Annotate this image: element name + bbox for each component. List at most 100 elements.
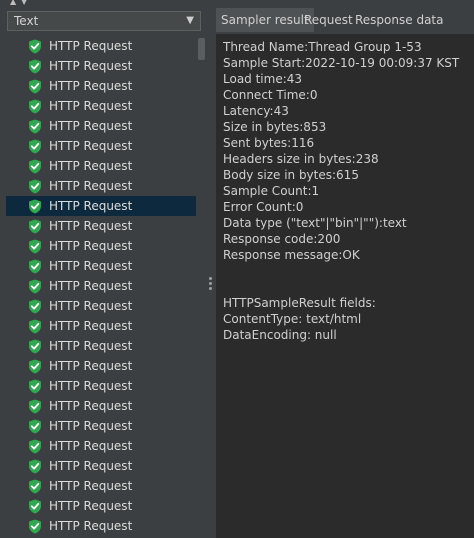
tree-item[interactable]: HTTP Request <box>6 296 196 316</box>
tree-item[interactable]: HTTP Request <box>6 436 196 456</box>
shield-check-icon <box>29 299 41 314</box>
pane-splitter[interactable] <box>206 8 215 538</box>
shield-check-icon <box>29 339 41 354</box>
collapse-arrows[interactable]: ▲ ▼ <box>10 0 34 8</box>
result-line: ContentType: text/html <box>223 312 362 326</box>
result-line: Data type ("text"|"bin"|""):text <box>223 216 407 230</box>
shield-check-icon <box>29 99 41 114</box>
tree-item[interactable]: HTTP Request <box>6 196 196 216</box>
tree-item[interactable]: HTTP Request <box>6 216 196 236</box>
shield-check-icon <box>29 159 41 174</box>
shield-check-icon <box>29 179 41 194</box>
result-line: Response code:200 <box>223 232 341 246</box>
shield-check-icon <box>29 459 41 474</box>
tree-item[interactable]: HTTP Request <box>6 456 196 476</box>
tree-item-label: HTTP Request <box>49 79 133 93</box>
tree-item[interactable]: HTTP Request <box>6 416 196 436</box>
tree-item-label: HTTP Request <box>49 379 133 393</box>
shield-check-icon <box>29 319 41 334</box>
tree-item[interactable]: HTTP Request <box>6 476 196 496</box>
result-line: Connect Time:0 <box>223 88 318 102</box>
tree-item-label: HTTP Request <box>49 299 133 313</box>
tree-item[interactable]: HTTP Request <box>6 176 196 196</box>
tree-item[interactable]: HTTP Request <box>6 136 196 156</box>
tree-item-label: HTTP Request <box>49 499 133 513</box>
sampler-result-text: Thread Name:Thread Group 1-53 Sample Star… <box>216 34 474 538</box>
shield-check-icon <box>29 259 41 274</box>
tree-item[interactable]: HTTP Request <box>6 316 196 336</box>
shield-check-icon <box>29 239 41 254</box>
tree-item-label: HTTP Request <box>49 119 133 133</box>
tree-item-label: HTTP Request <box>49 439 133 453</box>
tree-item-label: HTTP Request <box>49 199 133 213</box>
result-line: Sample Start:2022-10-19 00:09:37 KST <box>223 56 460 70</box>
tree-item[interactable]: HTTP Request <box>6 356 196 376</box>
tree-scrollbar[interactable] <box>196 36 206 538</box>
result-line: Latency:43 <box>223 104 289 118</box>
arrow-up-icon[interactable]: ▲ <box>10 0 16 6</box>
shield-check-icon <box>29 399 41 414</box>
result-line: Response message:OK <box>223 248 360 262</box>
grip-icon[interactable] <box>208 276 213 294</box>
tree-item[interactable]: HTTP Request <box>6 376 196 396</box>
tree-item-label: HTTP Request <box>49 419 133 433</box>
shield-check-icon <box>29 39 41 54</box>
result-line: Thread Name:Thread Group 1-53 <box>223 40 422 54</box>
tree-item[interactable]: HTTP Request <box>6 76 196 96</box>
tree-item[interactable]: HTTP Request <box>6 156 196 176</box>
result-line: DataEncoding: null <box>223 328 337 342</box>
result-line: Load time:43 <box>223 72 303 86</box>
shield-check-icon <box>29 439 41 454</box>
shield-check-icon <box>29 519 41 534</box>
tree-item-label: HTTP Request <box>49 279 133 293</box>
results-tree: HTTP Request HTTP Request HTTP Request HTTP… <box>6 36 196 538</box>
tree-item[interactable]: HTTP Request <box>6 336 196 356</box>
tree-item-label: HTTP Request <box>49 479 133 493</box>
result-line: Sample Count:1 <box>223 184 320 198</box>
tree-scrollbar-thumb[interactable] <box>198 38 205 60</box>
result-line: Headers size in bytes:238 <box>223 152 379 166</box>
tree-item[interactable]: HTTP Request <box>6 96 196 116</box>
tree-item-label: HTTP Request <box>49 339 133 353</box>
result-detail-pane: Sampler result Request Response data Threa… <box>215 8 474 538</box>
tree-item-label: HTTP Request <box>49 399 133 413</box>
shield-check-icon <box>29 379 41 394</box>
tree-item[interactable]: HTTP Request <box>6 236 196 256</box>
tree-item[interactable]: HTTP Request <box>6 496 196 516</box>
result-line: HTTPSampleResult fields: <box>223 296 376 310</box>
shield-check-icon <box>29 199 41 214</box>
tab-response-data[interactable]: Response data <box>350 8 448 32</box>
tree-item[interactable]: HTTP Request <box>6 56 196 76</box>
tree-item[interactable]: HTTP Request <box>6 36 196 56</box>
result-line: Sent bytes:116 <box>223 136 315 150</box>
tree-item-label: HTTP Request <box>49 39 133 53</box>
tree-item-label: HTTP Request <box>49 59 133 73</box>
tree-item-label: HTTP Request <box>49 139 133 153</box>
tree-item-label: HTTP Request <box>49 179 133 193</box>
renderer-select[interactable]: Text ▼ <box>7 11 201 31</box>
result-line: Error Count:0 <box>223 200 304 214</box>
chevron-down-icon[interactable]: ▼ <box>186 12 194 30</box>
results-tree-pane: Text ▼ HTTP Request HTTP Request HTTP Requ… <box>0 8 206 538</box>
shield-check-icon <box>29 59 41 74</box>
renderer-select-value: Text <box>14 14 39 28</box>
tree-item[interactable]: HTTP Request <box>6 516 196 536</box>
tree-item-label: HTTP Request <box>49 219 133 233</box>
shield-check-icon <box>29 279 41 294</box>
tree-item-label: HTTP Request <box>49 519 133 533</box>
tree-item[interactable]: HTTP Request <box>6 116 196 136</box>
arrow-down-icon[interactable]: ▼ <box>21 0 27 6</box>
shield-check-icon <box>29 139 41 154</box>
tree-item-label: HTTP Request <box>49 459 133 473</box>
tab-request[interactable]: Request <box>299 8 358 32</box>
result-line: Body size in bytes:615 <box>223 168 359 182</box>
tree-item[interactable]: HTTP Request <box>6 396 196 416</box>
tree-item[interactable]: HTTP Request <box>6 256 196 276</box>
tree-item-label: HTTP Request <box>49 239 133 253</box>
shield-check-icon <box>29 479 41 494</box>
shield-check-icon <box>29 359 41 374</box>
tree-item[interactable]: HTTP Request <box>6 276 196 296</box>
result-line: Size in bytes:853 <box>223 120 327 134</box>
shield-check-icon <box>29 79 41 94</box>
tree-item-label: HTTP Request <box>49 99 133 113</box>
